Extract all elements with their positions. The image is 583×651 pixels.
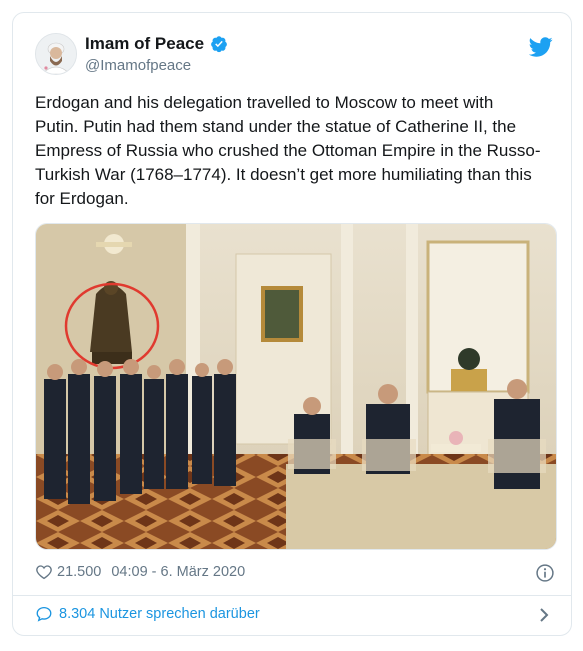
heart-icon[interactable] bbox=[35, 563, 53, 581]
info-icon[interactable] bbox=[535, 563, 555, 583]
verified-badge-icon bbox=[211, 36, 227, 53]
tweet-line: Putin. Putin had them stand under the st… bbox=[35, 117, 517, 136]
tweet-meta: 21.500 04:09 - 6. März 2020 bbox=[35, 563, 245, 581]
speech-bubble-icon bbox=[36, 606, 52, 622]
tweet-line: Empress of Russia who crushed the Ottoma… bbox=[35, 141, 541, 160]
tweet-photo[interactable] bbox=[35, 223, 557, 550]
divider bbox=[13, 595, 571, 596]
tweet-line: Erdogan and his delegation travelled to … bbox=[35, 93, 494, 112]
timestamp[interactable]: 04:09 - 6. März 2020 bbox=[111, 564, 245, 580]
conversation-count[interactable]: 8.304 Nutzer sprechen darüber bbox=[59, 606, 260, 622]
chevron-right-icon[interactable] bbox=[537, 607, 551, 623]
like-count[interactable]: 21.500 bbox=[57, 564, 101, 580]
avatar[interactable] bbox=[35, 33, 77, 75]
user-handle[interactable]: @Imamofpeace bbox=[85, 57, 191, 74]
tweet-card[interactable]: Imam of Peace @Imamofpeace Erdogan and h… bbox=[12, 12, 572, 636]
tweet-line: for Erdogan. bbox=[35, 189, 129, 208]
tweet-text: Erdogan and his delegation travelled to … bbox=[35, 91, 555, 211]
conversation-link[interactable]: 8.304 Nutzer sprechen darüber bbox=[35, 605, 260, 623]
twitter-bird-icon[interactable] bbox=[529, 35, 553, 59]
display-name[interactable]: Imam of Peace bbox=[85, 34, 204, 54]
tweet-line: Turkish War (1768–1774). It doesn’t get … bbox=[35, 165, 532, 184]
